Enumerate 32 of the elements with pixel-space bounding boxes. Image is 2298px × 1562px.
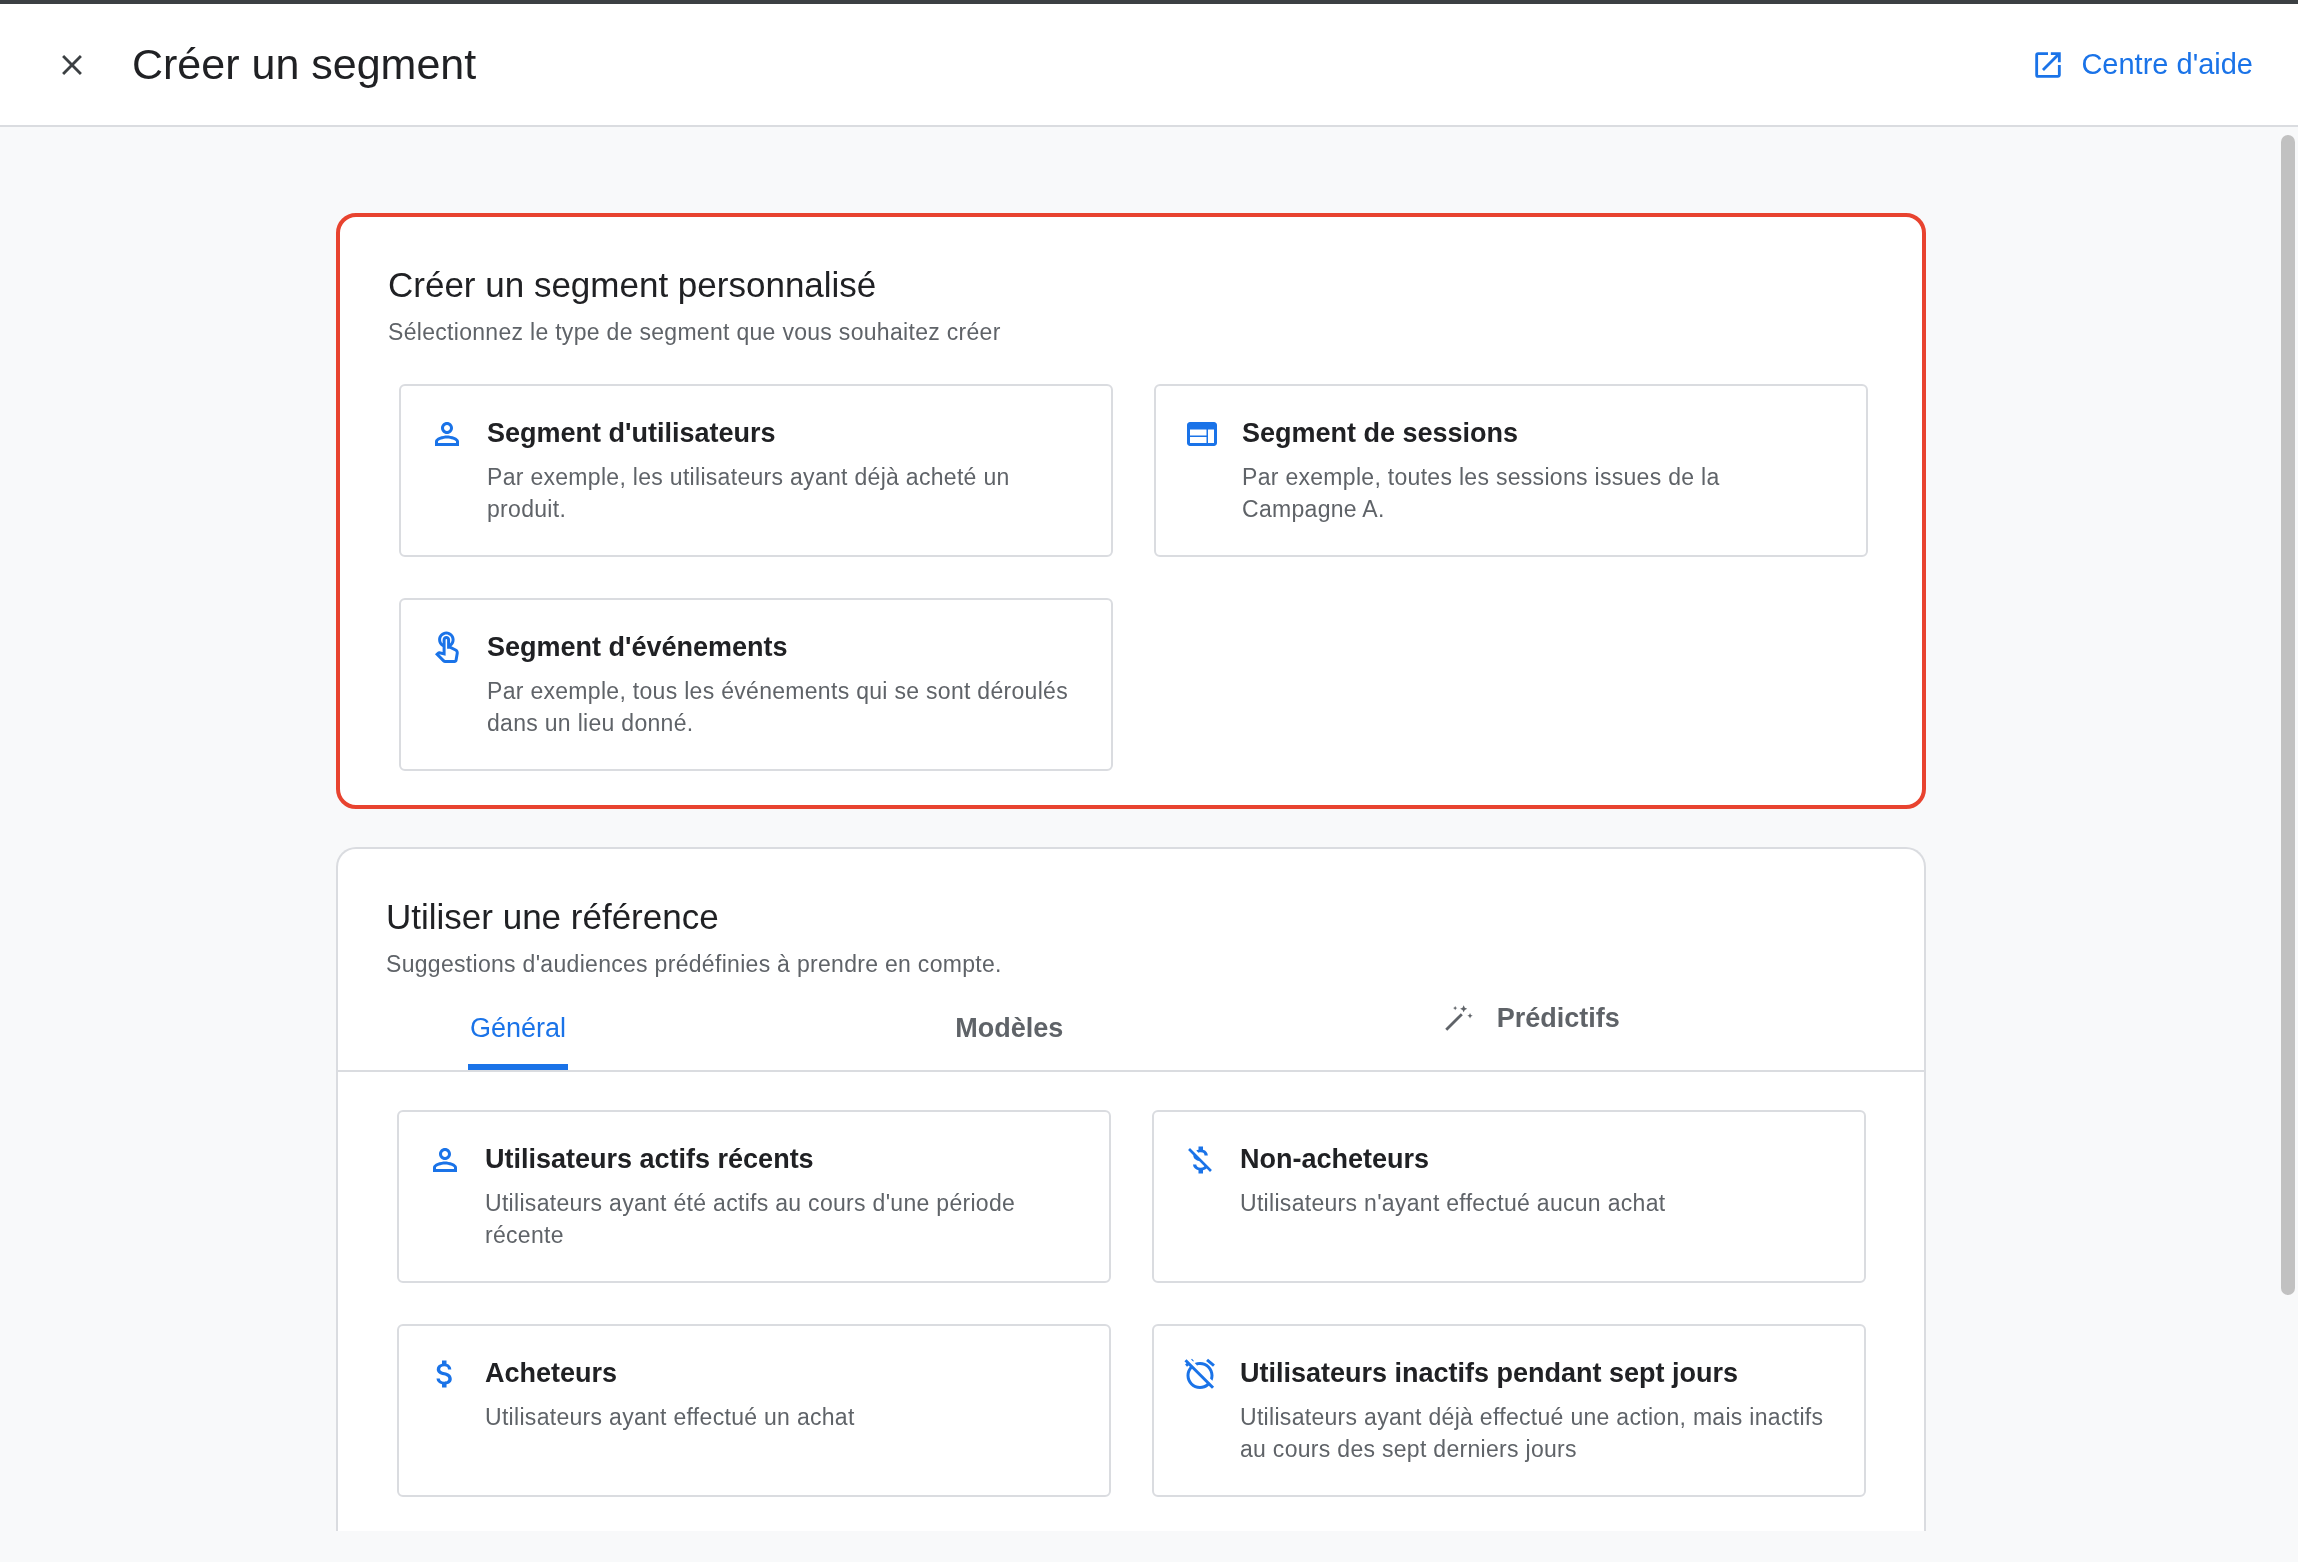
section-subtitle: Suggestions d'audiences prédéfinies à prendre en compte. [386,951,1003,978]
option-description: Utilisateurs ayant été actifs au cours d'une période récente [485,1189,1017,1250]
help-center-link[interactable]: Centre d'aide [2031,47,2253,82]
option-title: Utilisateurs inactifs pendant sept jours [1240,1358,1740,1389]
segment-option-card[interactable]: Non-acheteurs Utilisateurs n'ayant effectué aucun achat [1152,1110,1866,1283]
tab[interactable]: Prédictifs [1438,996,1622,1060]
segment-option-card[interactable]: Utilisateurs inactifs pendant sept jours Utilisateurs ayant déjà effectué une action, mais inactifs au cours des sept derniers jours [1152,1324,1866,1497]
option-title: Segment d'événements [487,632,789,663]
option-title: Non-acheteurs [1240,1144,1431,1175]
option-title: Segment d'utilisateurs [487,418,777,449]
segment-option-card[interactable]: Utilisateurs actifs récents Utilisateurs ayant été actifs au cours d'une période récente [397,1110,1111,1283]
tab[interactable]: Général [468,1006,569,1070]
page-title: Créer un segment [132,40,478,89]
scrollbar-thumb[interactable] [2281,135,2295,1295]
option-description: Par exemple, tous les événements qui se sont déroulés dans un lieu donné. [487,677,1069,738]
segment-option-card[interactable]: Acheteurs Utilisateurs ayant effectué un achat [397,1324,1111,1497]
option-description: Utilisateurs ayant déjà effectué une action, mais inactifs au cours des sept derniers jours [1240,1403,1825,1464]
alarm-off-icon [1182,1356,1218,1392]
section-subtitle: Sélectionnez le type de segment que vous souhaitez créer [388,319,1002,346]
option-description: Par exemple, les utilisateurs ayant déjà acheté un produit. [487,463,1011,524]
option-description: Par exemple, toutes les sessions issues de la Campagne A. [1242,463,1721,524]
section-title: Utiliser une référence [386,897,720,937]
tab[interactable]: Modèles [953,1006,1066,1070]
option-description: Utilisateurs ayant effectué un achat [485,1403,855,1432]
option-title: Utilisateurs actifs récents [485,1144,815,1175]
option-description: Utilisateurs n'ayant effectué aucun achat [1240,1189,1666,1218]
segment-option-card[interactable]: Segment de sessions Par exemple, toutes les sessions issues de la Campagne A. [1154,384,1868,557]
option-title: Acheteurs [485,1358,619,1389]
segment-option-card[interactable]: Segment d'utilisateurs Par exemple, les utilisateurs ayant déjà acheté un produit. [399,384,1113,557]
section-title: Créer un segment personnalisé [388,265,878,305]
option-title: Segment de sessions [1242,418,1520,449]
segment-option-card[interactable]: Segment d'événements Par exemple, tous les événements qui se sont déroulés dans un lieu donné. [399,598,1113,771]
